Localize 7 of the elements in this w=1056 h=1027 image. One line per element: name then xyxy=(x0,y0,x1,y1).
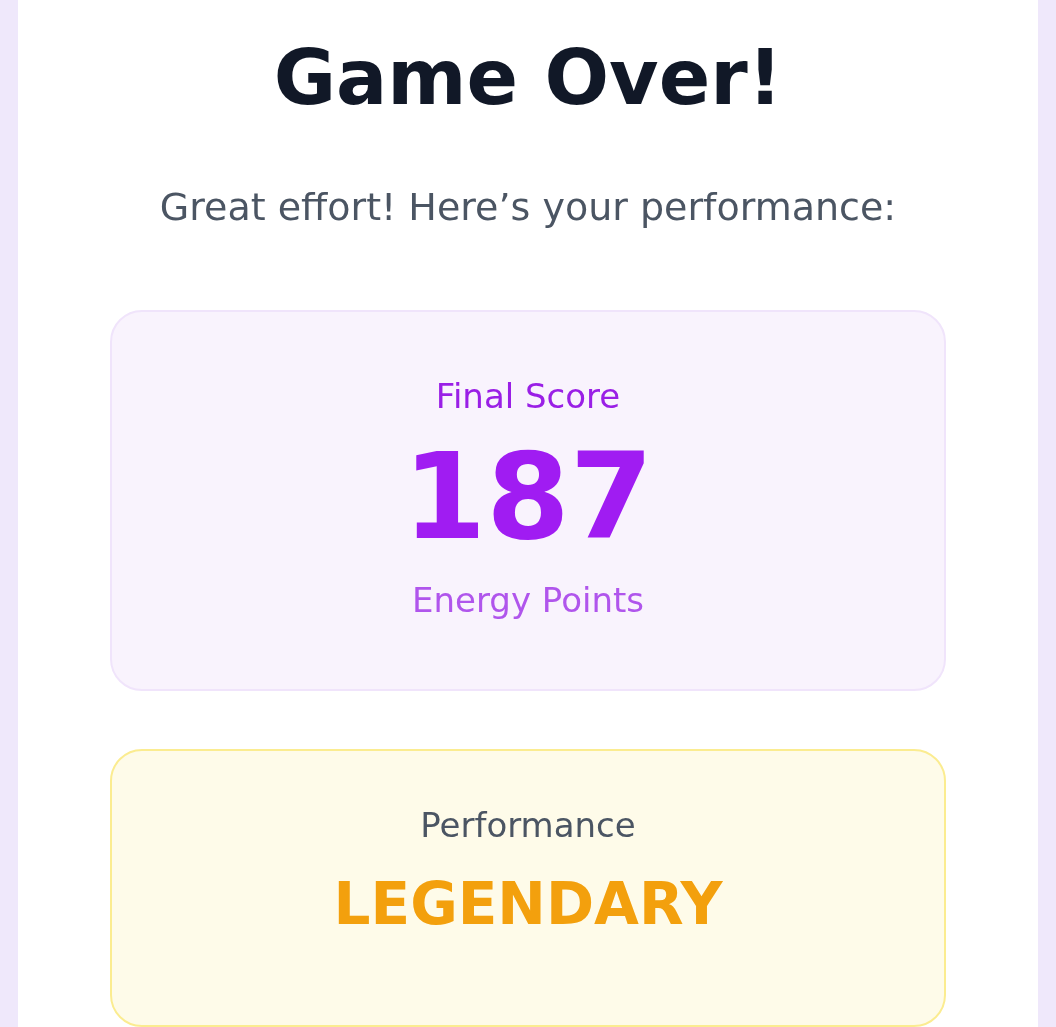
performance-label: Performance xyxy=(420,804,636,848)
score-unit: Energy Points xyxy=(412,579,644,622)
subtitle: Great effort! Here’s your performance: xyxy=(159,184,897,230)
performance-rating: LEGENDARY xyxy=(333,869,723,940)
game-over-title: Game Over! xyxy=(273,34,783,122)
score-label: Final Score xyxy=(435,375,621,418)
score-value: 187 xyxy=(402,432,654,562)
